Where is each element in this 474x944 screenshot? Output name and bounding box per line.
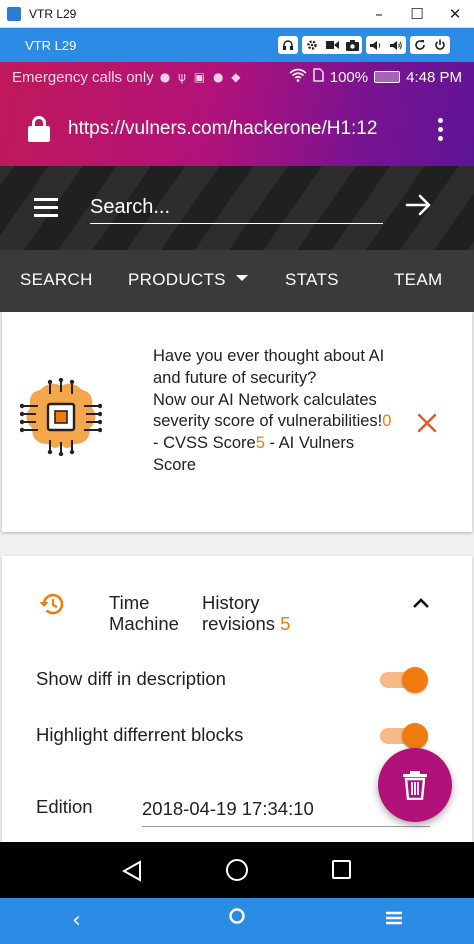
chevron-left-icon[interactable]: ‹ bbox=[72, 908, 81, 933]
circle-home-icon[interactable] bbox=[228, 906, 246, 931]
search-input[interactable] bbox=[90, 192, 383, 224]
gear-icon[interactable] bbox=[302, 36, 322, 54]
browser-menu-icon[interactable] bbox=[438, 118, 444, 145]
history-revisions-line2: revisions bbox=[202, 613, 275, 634]
volume-up-icon[interactable] bbox=[386, 36, 406, 54]
show-diff-label: Show diff in description bbox=[36, 668, 226, 689]
status-right: 100% 4:48 PM bbox=[289, 68, 462, 86]
history-count: 5 bbox=[280, 613, 291, 634]
history-icon bbox=[39, 593, 64, 615]
wifi-icon bbox=[289, 68, 307, 86]
tab-search[interactable]: SEARCH bbox=[20, 270, 93, 290]
close-icon[interactable] bbox=[416, 412, 438, 434]
ai-banner-card: Have you ever thought about AI and futur… bbox=[2, 312, 472, 532]
emulator-device-label: VTR L29 bbox=[25, 37, 77, 53]
tab-stats[interactable]: STATS bbox=[285, 270, 339, 290]
status-bar: Emergency calls only ● ψ ▣ ● ◆ 100% 4:48… bbox=[0, 62, 474, 92]
network-status: Emergency calls only bbox=[12, 68, 154, 86]
time-machine-title: Time Machine bbox=[109, 592, 199, 634]
ai-score: 5 bbox=[255, 434, 265, 453]
highlight-blocks-label: Highlight differrent blocks bbox=[36, 724, 244, 745]
main-nav: SEARCH PRODUCTS STATS TEAM bbox=[0, 250, 474, 312]
address-bar[interactable]: https://vulners.com/hackerone/H1:12 bbox=[0, 100, 474, 158]
history-revisions: History revisions 5 bbox=[202, 592, 322, 634]
android-back-icon[interactable] bbox=[122, 860, 142, 882]
tab-products-label: PRODUCTS bbox=[128, 270, 226, 289]
arrow-right-icon[interactable] bbox=[404, 190, 434, 220]
battery-level: 100% bbox=[329, 68, 369, 86]
caret-down-icon bbox=[235, 275, 248, 281]
headphone-icon[interactable] bbox=[278, 36, 298, 54]
trash-icon bbox=[403, 771, 427, 800]
android-nav-bar bbox=[0, 842, 474, 898]
lock-icon bbox=[28, 116, 50, 142]
tab-team[interactable]: TEAM bbox=[394, 270, 442, 290]
notification-icons: ● ψ ▣ ● ◆ bbox=[160, 70, 243, 84]
close-window-button[interactable]: ✕ bbox=[436, 0, 474, 28]
window-titlebar: VTR L29 – ☐ ✕ bbox=[0, 0, 474, 28]
ai-banner-statement: Now our AI Network calculates severity s… bbox=[153, 390, 383, 431]
window-controls: – ☐ ✕ bbox=[360, 0, 474, 28]
usb-icon: ψ bbox=[178, 70, 188, 84]
ai-brain-chip-icon bbox=[20, 378, 102, 456]
volume-down-icon[interactable] bbox=[366, 36, 386, 54]
document-icon bbox=[313, 68, 324, 86]
firefox-icon: ● bbox=[159, 70, 173, 84]
emulator-buttons bbox=[278, 36, 450, 54]
time-machine-title-line1: Time bbox=[109, 592, 150, 613]
firefox-icon: ● bbox=[212, 70, 226, 84]
ai-banner-text: Have you ever thought about AI and futur… bbox=[153, 346, 393, 477]
video-camera-icon[interactable] bbox=[322, 36, 342, 54]
battery-icon bbox=[374, 71, 401, 83]
delete-fab-button[interactable] bbox=[378, 748, 452, 822]
show-diff-toggle[interactable] bbox=[380, 666, 428, 693]
ai-banner-question: Have you ever thought about AI and futur… bbox=[153, 347, 385, 387]
image-icon: ▣ bbox=[193, 70, 208, 84]
app-icon bbox=[7, 6, 21, 21]
camera-icon[interactable] bbox=[342, 36, 362, 54]
browser-top-area: Emergency calls only ● ψ ▣ ● ◆ 100% 4:48… bbox=[0, 62, 474, 166]
cvss-label: - CVSS Score bbox=[153, 434, 256, 453]
highlight-blocks-toggle[interactable] bbox=[380, 722, 428, 749]
power-icon[interactable] bbox=[430, 36, 450, 54]
site-header bbox=[0, 166, 474, 250]
cvss-score: 0 bbox=[382, 412, 392, 431]
time-machine-title-line2: Machine bbox=[109, 613, 179, 634]
maximize-button[interactable]: ☐ bbox=[398, 0, 436, 28]
hamburger-menu-icon[interactable] bbox=[34, 198, 58, 222]
rotate-icon[interactable] bbox=[410, 36, 430, 54]
clock: 4:48 PM bbox=[406, 68, 462, 86]
url-text[interactable]: https://vulners.com/hackerone/H1:12 bbox=[68, 118, 386, 140]
android-icon: ◆ bbox=[231, 70, 243, 84]
tab-products[interactable]: PRODUCTS bbox=[128, 270, 248, 290]
chevron-up-icon[interactable] bbox=[412, 596, 430, 610]
emulator-bottom-bar: ‹ bbox=[0, 898, 474, 944]
minimize-button[interactable]: – bbox=[360, 0, 398, 28]
menu-lines-icon[interactable] bbox=[385, 907, 403, 932]
edition-label: Edition bbox=[36, 796, 93, 817]
android-home-icon[interactable] bbox=[226, 859, 248, 881]
android-recent-apps-icon[interactable] bbox=[332, 860, 351, 879]
window-title: VTR L29 bbox=[29, 6, 77, 21]
emulator-toolbar: VTR L29 bbox=[0, 28, 474, 62]
history-revisions-line1: History bbox=[202, 592, 260, 613]
